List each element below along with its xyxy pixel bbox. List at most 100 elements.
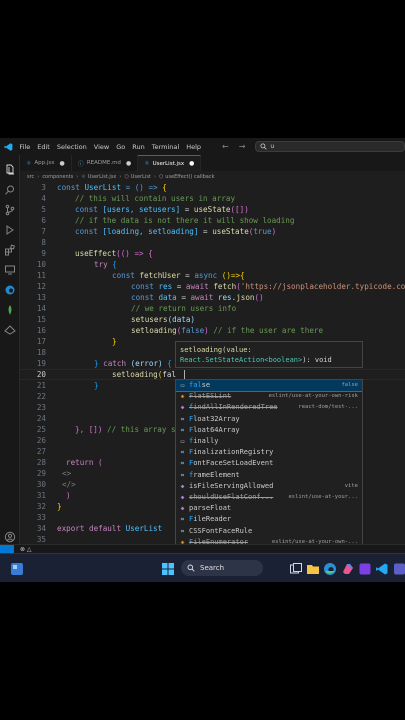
code-line: const [users, setusers] = useState([]) <box>75 205 249 214</box>
forward-arrow-icon[interactable]: → <box>239 142 246 151</box>
code-line: ) <box>66 491 71 500</box>
hint-return: ): void <box>302 356 332 364</box>
widgets-icon[interactable] <box>10 561 24 575</box>
suggestion-item[interactable]: ◆ shouldUseFlatConf... eslint/use-at-your.… <box>176 492 362 503</box>
tab-label: README.md <box>86 160 121 166</box>
file-explorer-icon[interactable] <box>306 561 320 575</box>
code-line: const res = await fetch('https://jsonpla… <box>131 282 405 291</box>
breadcrumb-item[interactable]: useEffect() callback <box>165 174 214 180</box>
suggestion-item[interactable]: ⌗ FileReader <box>176 514 362 525</box>
line-number: 28 <box>36 458 46 467</box>
command-center-search[interactable]: u <box>255 141 405 152</box>
windows-taskbar: Search <box>0 553 405 582</box>
menu-help[interactable]: Help <box>186 143 201 151</box>
app-icon[interactable] <box>358 561 372 575</box>
menu-file[interactable]: File <box>19 143 30 151</box>
line-number: 23 <box>36 403 46 412</box>
screen: File Edit Selection View Go Run Terminal… <box>0 138 405 582</box>
explorer-icon[interactable] <box>4 161 16 175</box>
suggestion-item[interactable]: ⌗ frameElement <box>176 470 362 481</box>
modified-dot-icon[interactable]: ● <box>126 160 131 167</box>
menu-edit[interactable]: Edit <box>37 143 50 151</box>
breadcrumb-item[interactable]: src <box>27 174 34 180</box>
function-symbol-icon: ⬡ <box>158 173 164 180</box>
suggestion-item[interactable]: ◆ parseFloat <box>176 503 362 514</box>
menu-view[interactable]: View <box>94 143 109 151</box>
windows-start-icon[interactable] <box>161 561 175 575</box>
menu-go[interactable]: Go <box>116 143 125 151</box>
tab-userlist-jsx[interactable]: ⚛ UserList.jsx ● <box>138 155 202 171</box>
modified-dot-icon[interactable]: ● <box>189 160 194 167</box>
suggestion-item[interactable]: ▭ false false <box>176 380 362 393</box>
line-number-gutter: 3 4 5 6 7 8 9 10 11 12 13 14 15 16 17 18… <box>20 182 46 544</box>
edge-browser-icon[interactable] <box>323 561 337 575</box>
suggestion-item[interactable]: ◆ findAllInRenderedTree react-dom/test-... <box>176 402 362 413</box>
code-line: const UserList = () => { <box>57 183 167 192</box>
code-comment: // this will contain users in array <box>75 194 236 203</box>
chevron-right-icon: › <box>76 173 79 180</box>
autocomplete-suggestions: ▭ false false ◈ FlatESLint eslint/use-at-you… <box>175 379 363 547</box>
task-view-icon[interactable] <box>289 561 303 575</box>
extensions-icon[interactable] <box>4 241 16 256</box>
mongodb-icon[interactable] <box>4 301 16 315</box>
line-number: 5 <box>41 205 46 214</box>
react-file-icon: ⚛ <box>26 159 32 167</box>
account-icon[interactable] <box>4 528 16 543</box>
suggestion-item[interactable]: ⌗ Float64Array <box>176 425 362 436</box>
copilot-app-icon[interactable] <box>341 561 355 575</box>
parameter-hint-tooltip: setloading(value: React.SetStateAction<b… <box>175 341 363 368</box>
code-line: useEffect(() => { <box>75 249 153 258</box>
suggestion-item[interactable]: ⌗ Float32Array <box>176 414 362 425</box>
code-line: setloading(false) // if the user are the… <box>131 326 324 335</box>
line-number: 29 <box>36 469 46 478</box>
code-line: const fetchUser = async ()=>{ <box>112 271 245 280</box>
code-line: } catch (error) { <box>94 359 172 368</box>
line-number: 9 <box>41 249 46 258</box>
edge-devtools-icon[interactable] <box>4 281 16 295</box>
line-number: 33 <box>36 513 46 522</box>
search-view-icon[interactable] <box>4 181 16 195</box>
breadcrumb-item[interactable]: components <box>42 174 73 180</box>
line-number: 15 <box>36 315 46 324</box>
keyword-icon: ▭ <box>180 438 185 445</box>
copilot-icon[interactable] <box>4 321 16 335</box>
tab-app-jsx[interactable]: ⚛ App.jsx ● <box>20 155 72 171</box>
run-debug-icon[interactable] <box>4 221 16 235</box>
taskbar-search[interactable]: Search <box>181 560 263 576</box>
code-line: </> <box>62 480 76 489</box>
variable-icon: ⌗ <box>180 426 185 434</box>
menu-terminal[interactable]: Terminal <box>152 143 179 151</box>
suggestion-item[interactable]: ⌗ FinalizationRegistry <box>176 447 362 458</box>
menu-selection[interactable]: Selection <box>57 143 87 151</box>
vscode-taskbar-icon[interactable] <box>375 561 389 575</box>
chevron-right-icon: › <box>37 173 40 180</box>
line-number: 17 <box>36 337 46 346</box>
source-control-icon[interactable] <box>4 201 16 216</box>
method-icon: ◆ <box>180 482 185 490</box>
variable-icon: ⌗ <box>180 460 185 468</box>
menu-run[interactable]: Run <box>132 143 144 151</box>
line-number: 16 <box>36 326 46 335</box>
modified-dot-icon[interactable]: ● <box>60 160 65 167</box>
remote-explorer-icon[interactable] <box>4 261 16 275</box>
variable-icon: ⌗ <box>180 449 185 457</box>
app-icon[interactable] <box>393 561 405 575</box>
code-line: setusers(data) <box>131 315 196 324</box>
line-number: 24 <box>36 414 46 423</box>
line-number: 34 <box>36 524 46 533</box>
code-line: } <box>57 502 62 511</box>
suggestion-item[interactable]: ⌗ CSSFontFaceRule <box>176 526 362 537</box>
suggestion-item[interactable]: ▭ finally <box>176 436 362 447</box>
suggestion-item[interactable]: ◈ FlatESLint eslint/use-at-your-own-risk <box>176 391 362 402</box>
suggestion-item[interactable]: ◆ isFileServingAllowed vite <box>176 481 362 492</box>
suggestion-item[interactable]: ⌗ FontFaceSetLoadEvent <box>176 458 362 469</box>
vscode-logo-icon <box>4 142 13 151</box>
tab-readme[interactable]: ⓘ README.md ● <box>72 155 139 171</box>
back-arrow-icon[interactable]: ← <box>222 142 229 151</box>
breadcrumb: src › components › ⚛ UserList.jsx › ⬡ UserLis… <box>20 171 405 182</box>
chevron-right-icon: › <box>119 173 122 180</box>
code-line: const [loading, setloading] = useState(t… <box>75 227 277 236</box>
breadcrumb-item[interactable]: UserList <box>131 174 151 180</box>
code-comment: // we return users info <box>131 304 237 313</box>
breadcrumb-item[interactable]: UserList.jsx <box>88 174 117 180</box>
